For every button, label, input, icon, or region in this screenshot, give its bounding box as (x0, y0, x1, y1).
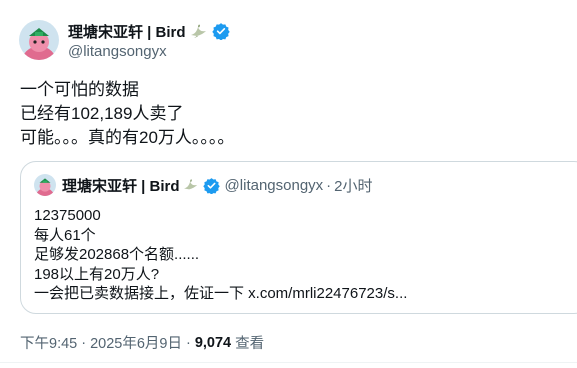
views-count[interactable]: 9,074 (195, 335, 231, 351)
quote-text-line: 12375000 (34, 207, 101, 224)
quote-handle: @litangsongyx (224, 176, 324, 194)
quote-timestamp: 2小时 (334, 177, 373, 195)
avatar[interactable] (19, 20, 59, 60)
author-row: 理塘宋亚轩 | Bird @litangsongyx (19, 20, 230, 61)
dove-icon (182, 178, 200, 192)
quote-avatar (34, 174, 56, 196)
display-name[interactable]: 理塘宋亚轩 | Bird (68, 21, 186, 42)
tweet-date[interactable]: 2025年6月9日 (90, 332, 182, 353)
tweet-text: 一个可怕的数据 已经有102,189人卖了 可能。。。真的有20万人。。。。 (20, 78, 234, 150)
tweet-text-line: 可能。。。真的有20万人。。。。 (20, 128, 235, 147)
verified-badge-icon (211, 22, 230, 40)
quote-header: 理塘宋亚轩 | Bird @litangsongyx · 2小时 (34, 174, 373, 196)
meta-separator: · (81, 334, 87, 351)
quote-text-line: 足够发202868个名额...... (34, 246, 200, 263)
tweet-text-line: 已经有102,189人卖了 (20, 104, 184, 123)
quote-text: 12375000 每人61个 足够发202868个名额...... 198以上有… (34, 206, 407, 304)
tweet-meta: 下午9:45 · 2025年6月9日 · 9,074 查看 (20, 332, 264, 353)
meta-separator: · (185, 334, 191, 351)
quote-text-line: 每人61个 (34, 226, 96, 244)
tweet-time[interactable]: 下午9:45 (20, 332, 77, 353)
tweet: 理塘宋亚轩 | Bird @litangsongyx 一个可怕的数据 已经有10… (0, 0, 577, 368)
handle[interactable]: @litangsongyx (68, 42, 230, 61)
dove-icon (189, 23, 209, 39)
quote-tweet-card[interactable]: 理塘宋亚轩 | Bird @litangsongyx · 2小时 1237500… (20, 161, 577, 314)
quote-text-line: 198以上有20万人? (34, 265, 160, 283)
views-label[interactable]: 查看 (235, 332, 264, 353)
verified-badge-icon (202, 177, 220, 194)
quote-display-name: 理塘宋亚轩 | Bird (62, 177, 180, 195)
divider (0, 362, 577, 363)
tweet-text-line: 一个可怕的数据 (20, 80, 139, 99)
quote-text-line: 一会把已卖数据接上，佐证一下 x.com/mrli22476723/s... (34, 285, 408, 302)
quote-separator: · (326, 176, 332, 194)
